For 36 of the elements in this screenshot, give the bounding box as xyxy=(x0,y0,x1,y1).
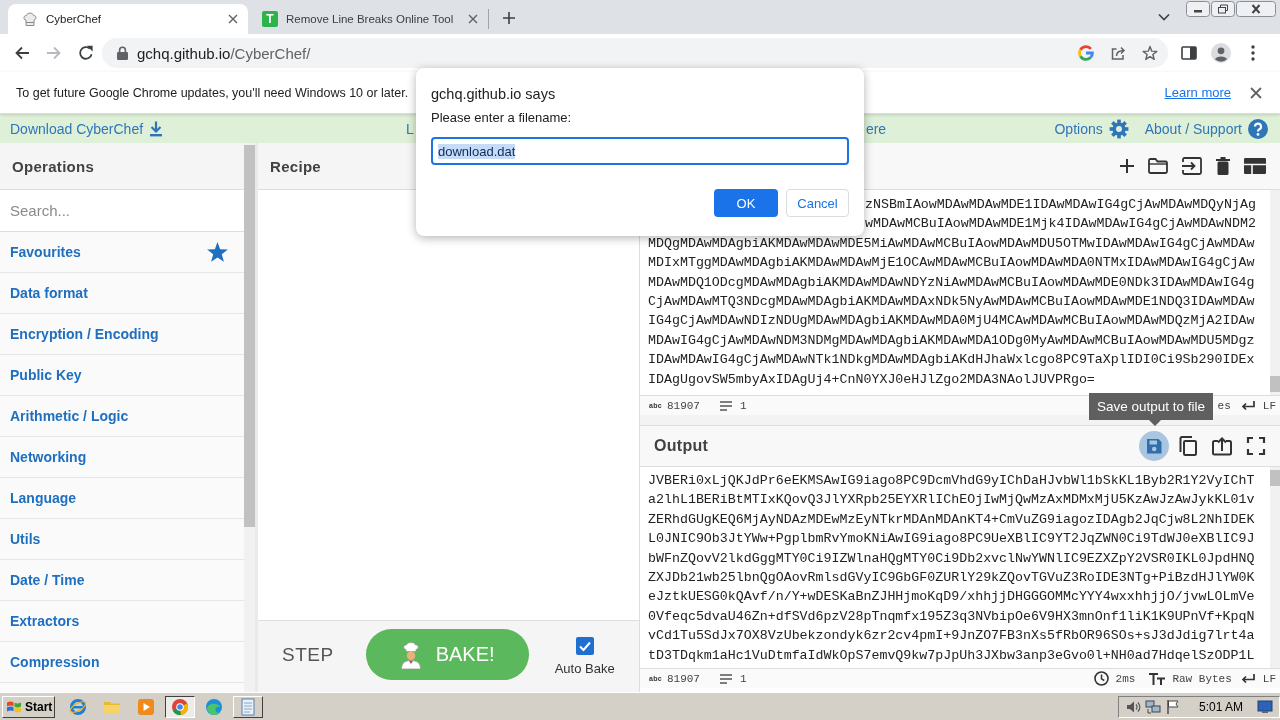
output-text-line: L0JNIC9Ob3JtYWw+PgplbmRvYmoKNiAwIG9iago8PC9UeXBlIC9YT2JqZWN0Ci9TdWJ0eXBlIC9J xyxy=(648,531,1255,547)
line-count: 1 xyxy=(740,399,747,412)
input-text-line: MDAwMDQ1ODcgMDAwMDAgbiAKMDAwMDAwNDYzNiAwMDAwMCBuIAowMDAwMDE0NDk3IDAwMDAwIG4g xyxy=(648,274,1255,290)
input-text-line: CjAwMDAwMTQ3NDcgMDAwMDAgbiAKMDAwMDAxNDk5NyAwMDAwMCBuIAowMDAwMDE1NDQ3IDAwMDAw xyxy=(648,293,1255,309)
input-text-line: wMDAwMCBuIAowMDAwMDE1Mjk4IDAwMDAwIG4gCjAwMDAwNDM2 xyxy=(865,216,1256,232)
output-text-line: a2lhL1BERiBtMTIxKQovQ3JlYXRpb25EYXRlIChEOjIwMjQwMzAxMDMxMjU5KzAwJzAwJykKL01v xyxy=(648,492,1255,508)
header-text: ere xyxy=(865,120,887,137)
time-taken: 2ms xyxy=(1115,672,1136,685)
input-text-line: MDAwIG4gCjAwMDAwNDM3NDMgMDAwMDAgbiAKMDAwMDA1ODg0MyAwMDAwMCBuIAowMDAwMDU5MDgz xyxy=(648,332,1255,348)
site-icon: T xyxy=(262,11,278,27)
dialog-message: Please enter a filename: xyxy=(431,110,573,126)
auto-bake-label: Auto Bake xyxy=(554,661,615,676)
output-text-line: tD3TDqkm1aHc1VuDtmfaIdWkOpS7emvQ9kw7pJpUh3JXbw3anp3eGvo0l+NH0ad7HdqelSzODP1L xyxy=(648,647,1255,663)
output-title: Output xyxy=(654,437,709,455)
operations-header: Operations xyxy=(0,143,244,190)
input-text-line: MDIxMTggMDAwMDAgbiAKMDAwMDAwMjE1OCAwMDAwMCBuIAowMDAwMDA0NTMxIDAwMDAwIG4gCjAw xyxy=(648,255,1255,271)
clock-time: 5:01 AM xyxy=(1198,699,1243,714)
output-text-line: JVBERi0xLjQKJdPr6eEKMSAwIG9iago8PC9DcmVhdG9yIChDaHJvbWl1bSkKL1Byb2R1Y2VyIChT xyxy=(648,473,1255,488)
output-text-line: ZERhdGUgKEQ6MjAyNDAzMDEwMzEyNTkrMDAnMDAnKT4+CmVuZG9iagozIDAgb2JqCjw8L2NhIDEK xyxy=(648,511,1255,527)
output-text-line: 0Vfeqc5dvaU46Zn+dfSVd6pzV28pTnqmfx195Z3q3NVbipOe6V9HX3mnOnf1liK1K9UPnVf+KpqN xyxy=(648,608,1255,624)
input-text-line: IG4gCjAwMDAwNDIzNDUgMDAwMDAgbiAKMDAwMDA0MjU4MCAwMDAwMCBuIAowMDAwMDQzMjA2IDAw xyxy=(648,313,1255,329)
output-text-line: eJztkUESG0kQAvf/n/Y+wDESKaBnZJHHjmoKqD9/xhhjjDHGGGOMMcYYY4wxxhhjjO/jvwLOLmVe xyxy=(648,589,1255,605)
output-text-line: vCd1Tu5SdJx7OX8VzUbekzondyk6zr2cv4pmI+9JnZO7FB3nXs5fRbOR96SOs+sJ3dJdig7lrt4a xyxy=(648,628,1255,644)
input-text-line: IDAwMDAwIG4gCjAwMDAwNTk1NDkgMDAwMDAgbiAKdHJhaWxlcgo8PC9TaXplIDI0Ci9Sb290IDEx xyxy=(648,352,1255,368)
input-text-line: zNSBmIAowMDAwMDAwMDE1IDAwMDAwIG4gCjAwMDAwMDQyNjAg xyxy=(865,197,1256,212)
output-text-line: ZXJDb21wb25lbnQgOAovRmlsdGVyIC9GbGF0ZURlY29kZQovTGVuZ3RoIDE3NTg+PiBzdHJlYW0K xyxy=(648,569,1255,585)
status-text: es xyxy=(1217,399,1231,412)
input-text-line: IDAgUgovSW5mbyAxIDAgUj4+CnN0YXJ0eHJlZgo2MDA3NAolJUVPRgo= xyxy=(648,371,1095,387)
info-message: To get future Google Chrome updates, you'll need Windows 10 or later. xyxy=(16,85,409,100)
output-text-line: bWFnZQovV2lkdGggMTY0Ci9IZWlnaHQgMTY0Ci9Db2xvclNwYWNlIC9EZXZpY2VSR0IKL0JpdHNQ xyxy=(648,550,1255,566)
header-text: L xyxy=(406,120,414,137)
line-count: 1 xyxy=(740,672,747,685)
character-count: 81907 xyxy=(666,399,700,412)
character-count: 81907 xyxy=(666,672,700,685)
dialog-title: gchq.github.io says xyxy=(431,85,557,103)
input-text-line: MDQgMDAwMDAgbiAKMDAwMDAwMDE5MiAwMDAwMCBuIAowMDAwMDU5OTMwIDAwMDAwIG4gCjAwMDAw xyxy=(648,235,1255,251)
